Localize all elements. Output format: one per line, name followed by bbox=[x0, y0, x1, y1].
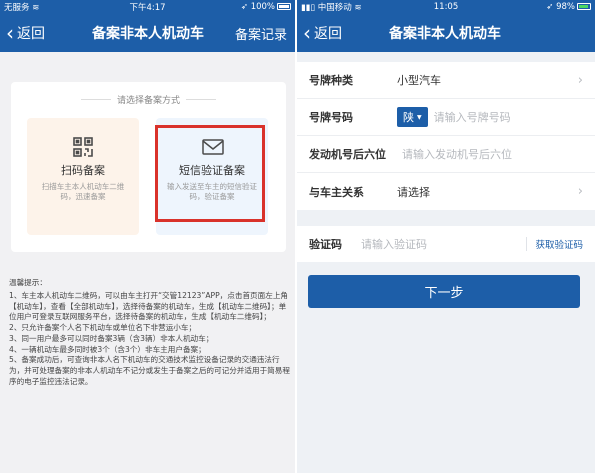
chevron-right-icon: › bbox=[577, 184, 583, 199]
back-button[interactable]: ‹ 返回 bbox=[0, 23, 45, 43]
relation-label: 与车主关系 bbox=[309, 185, 364, 199]
status-right: ➶ 100% bbox=[241, 2, 291, 12]
battery-percent: 98% bbox=[556, 2, 575, 12]
location-icon: ➶ bbox=[240, 2, 248, 12]
chevron-right-icon: › bbox=[577, 72, 583, 88]
province-prefix-value: 陕 bbox=[403, 111, 414, 124]
plate-type-value: 小型汽车 bbox=[397, 74, 441, 87]
caret-down-icon: ▼ bbox=[417, 113, 422, 121]
battery-icon bbox=[577, 3, 591, 10]
method-title: 请选择备案方式 bbox=[11, 93, 286, 106]
get-code-button[interactable]: 获取验证码 bbox=[526, 237, 583, 251]
tip-line: 2、只允许备案个人名下机动车或单位名下非营运小车； bbox=[9, 323, 197, 333]
engine-number-label: 发动机号后六位 bbox=[309, 148, 386, 161]
tip-line: 1、车主本人机动车二维码，可以由车主打开“交管12123”APP，点击首页面左上… bbox=[9, 290, 289, 322]
back-button[interactable]: ‹ 返回 bbox=[297, 23, 342, 43]
back-label: 返回 bbox=[17, 26, 45, 42]
envelope-icon bbox=[201, 136, 224, 158]
qr-code-icon bbox=[72, 136, 94, 158]
option-desc: 输入发送至车主的短信验证码，验证备案 bbox=[167, 182, 257, 202]
nav-bar: ‹ 返回 备案非本人机动车 bbox=[297, 14, 595, 52]
tips-section: 温馨提示： 1、车主本人机动车二维码，可以由车主打开“交管12123”APP，点… bbox=[9, 278, 291, 388]
plate-type-label: 号牌种类 bbox=[309, 74, 353, 87]
battery-icon bbox=[277, 3, 291, 10]
plate-number-label: 号牌号码 bbox=[309, 111, 353, 124]
method-card: 请选择备案方式 扫码备案 扫描车主本人机动车二维码，迅速备案 短信验证备案 输入… bbox=[11, 82, 286, 252]
code-label: 验证码 bbox=[309, 238, 342, 251]
carrier-label: ▮▮▯ 中国移动 ≋ bbox=[301, 3, 362, 13]
option-label: 扫码备案 bbox=[61, 164, 105, 177]
engine-number-input[interactable]: 请输入发动机号后六位 bbox=[402, 146, 512, 162]
qr-code-filing-option[interactable]: 扫码备案 扫描车主本人机动车二维码，迅速备案 bbox=[27, 118, 139, 235]
next-step-button[interactable]: 下一步 bbox=[308, 275, 580, 308]
status-bar: 无服务 ≋ 下午4:17 ➶ 100% bbox=[0, 0, 295, 14]
wifi-icon: ≋ bbox=[354, 3, 362, 13]
relation-row[interactable]: 与车主关系 请选择 › bbox=[297, 173, 595, 210]
verification-code-row: 验证码 请输入验证码 获取验证码 bbox=[297, 226, 595, 262]
signal-icon: ▮▮▯ bbox=[301, 3, 316, 13]
plate-number-row: 号牌号码 陕 ▼ 请输入号牌号码 bbox=[297, 99, 595, 136]
verification-code-input[interactable]: 请输入验证码 bbox=[361, 236, 427, 252]
records-button[interactable]: 备案记录 bbox=[235, 24, 287, 43]
page-title: 备案非本人机动车 bbox=[92, 26, 204, 42]
verification-code-form: 验证码 请输入验证码 获取验证码 bbox=[297, 226, 595, 262]
option-desc: 扫描车主本人机动车二维码，迅速备案 bbox=[41, 182, 125, 202]
relation-value: 请选择 bbox=[397, 185, 430, 199]
engine-number-row: 发动机号后六位 请输入发动机号后六位 bbox=[297, 136, 595, 173]
wifi-icon: ≋ bbox=[32, 3, 40, 13]
nav-bar: ‹ 返回 备案非本人机动车 备案记录 bbox=[0, 14, 295, 52]
tip-line: 3、同一用户最多可以同时备案3辆（含3辆）非本人机动车； bbox=[9, 333, 214, 343]
tip-line: 4、一辆机动车最多同时被3个（含3个）非车主用户备案； bbox=[9, 344, 206, 354]
plate-type-row[interactable]: 号牌种类 小型汽车 › bbox=[297, 62, 595, 99]
status-right: ➶ 98% bbox=[546, 2, 591, 12]
location-icon: ➶ bbox=[546, 2, 554, 12]
province-prefix-select[interactable]: 陕 ▼ bbox=[397, 107, 428, 127]
battery-percent: 100% bbox=[250, 2, 275, 12]
chevron-left-icon: ‹ bbox=[303, 21, 311, 45]
carrier-label: 无服务 ≋ bbox=[4, 3, 40, 13]
plate-number-input[interactable]: 请输入号牌号码 bbox=[434, 109, 511, 125]
vehicle-form: 号牌种类 小型汽车 › 号牌号码 陕 ▼ 请输入号牌号码 发动机号后六位 请输入发… bbox=[297, 62, 595, 210]
screenshot-composite: 无服务 ≋ 下午4:17 ➶ 100% ‹ 返回 备案非本人机动车 备案记录 请… bbox=[0, 0, 595, 473]
status-bar: ▮▮▯ 中国移动 ≋ 11:05 ➶ 98% bbox=[297, 0, 595, 14]
left-phone-screen: 无服务 ≋ 下午4:17 ➶ 100% ‹ 返回 备案非本人机动车 备案记录 请… bbox=[0, 0, 295, 473]
right-phone-screen: ▮▮▯ 中国移动 ≋ 11:05 ➶ 98% ‹ 返回 备案非本人机动车 号牌种… bbox=[297, 0, 595, 473]
sms-verification-option[interactable]: 短信验证备案 输入发送至车主的短信验证码，验证备案 bbox=[156, 118, 268, 235]
back-label: 返回 bbox=[314, 26, 342, 42]
tips-title: 温馨提示： bbox=[9, 278, 47, 287]
option-label: 短信验证备案 bbox=[179, 164, 245, 177]
chevron-left-icon: ‹ bbox=[6, 21, 14, 45]
page-title: 备案非本人机动车 bbox=[389, 26, 501, 42]
tip-line: 5、备案成功后，可查询非本人名下机动车的交通技术监控设备记录的交通违法行为，并可… bbox=[9, 355, 290, 387]
